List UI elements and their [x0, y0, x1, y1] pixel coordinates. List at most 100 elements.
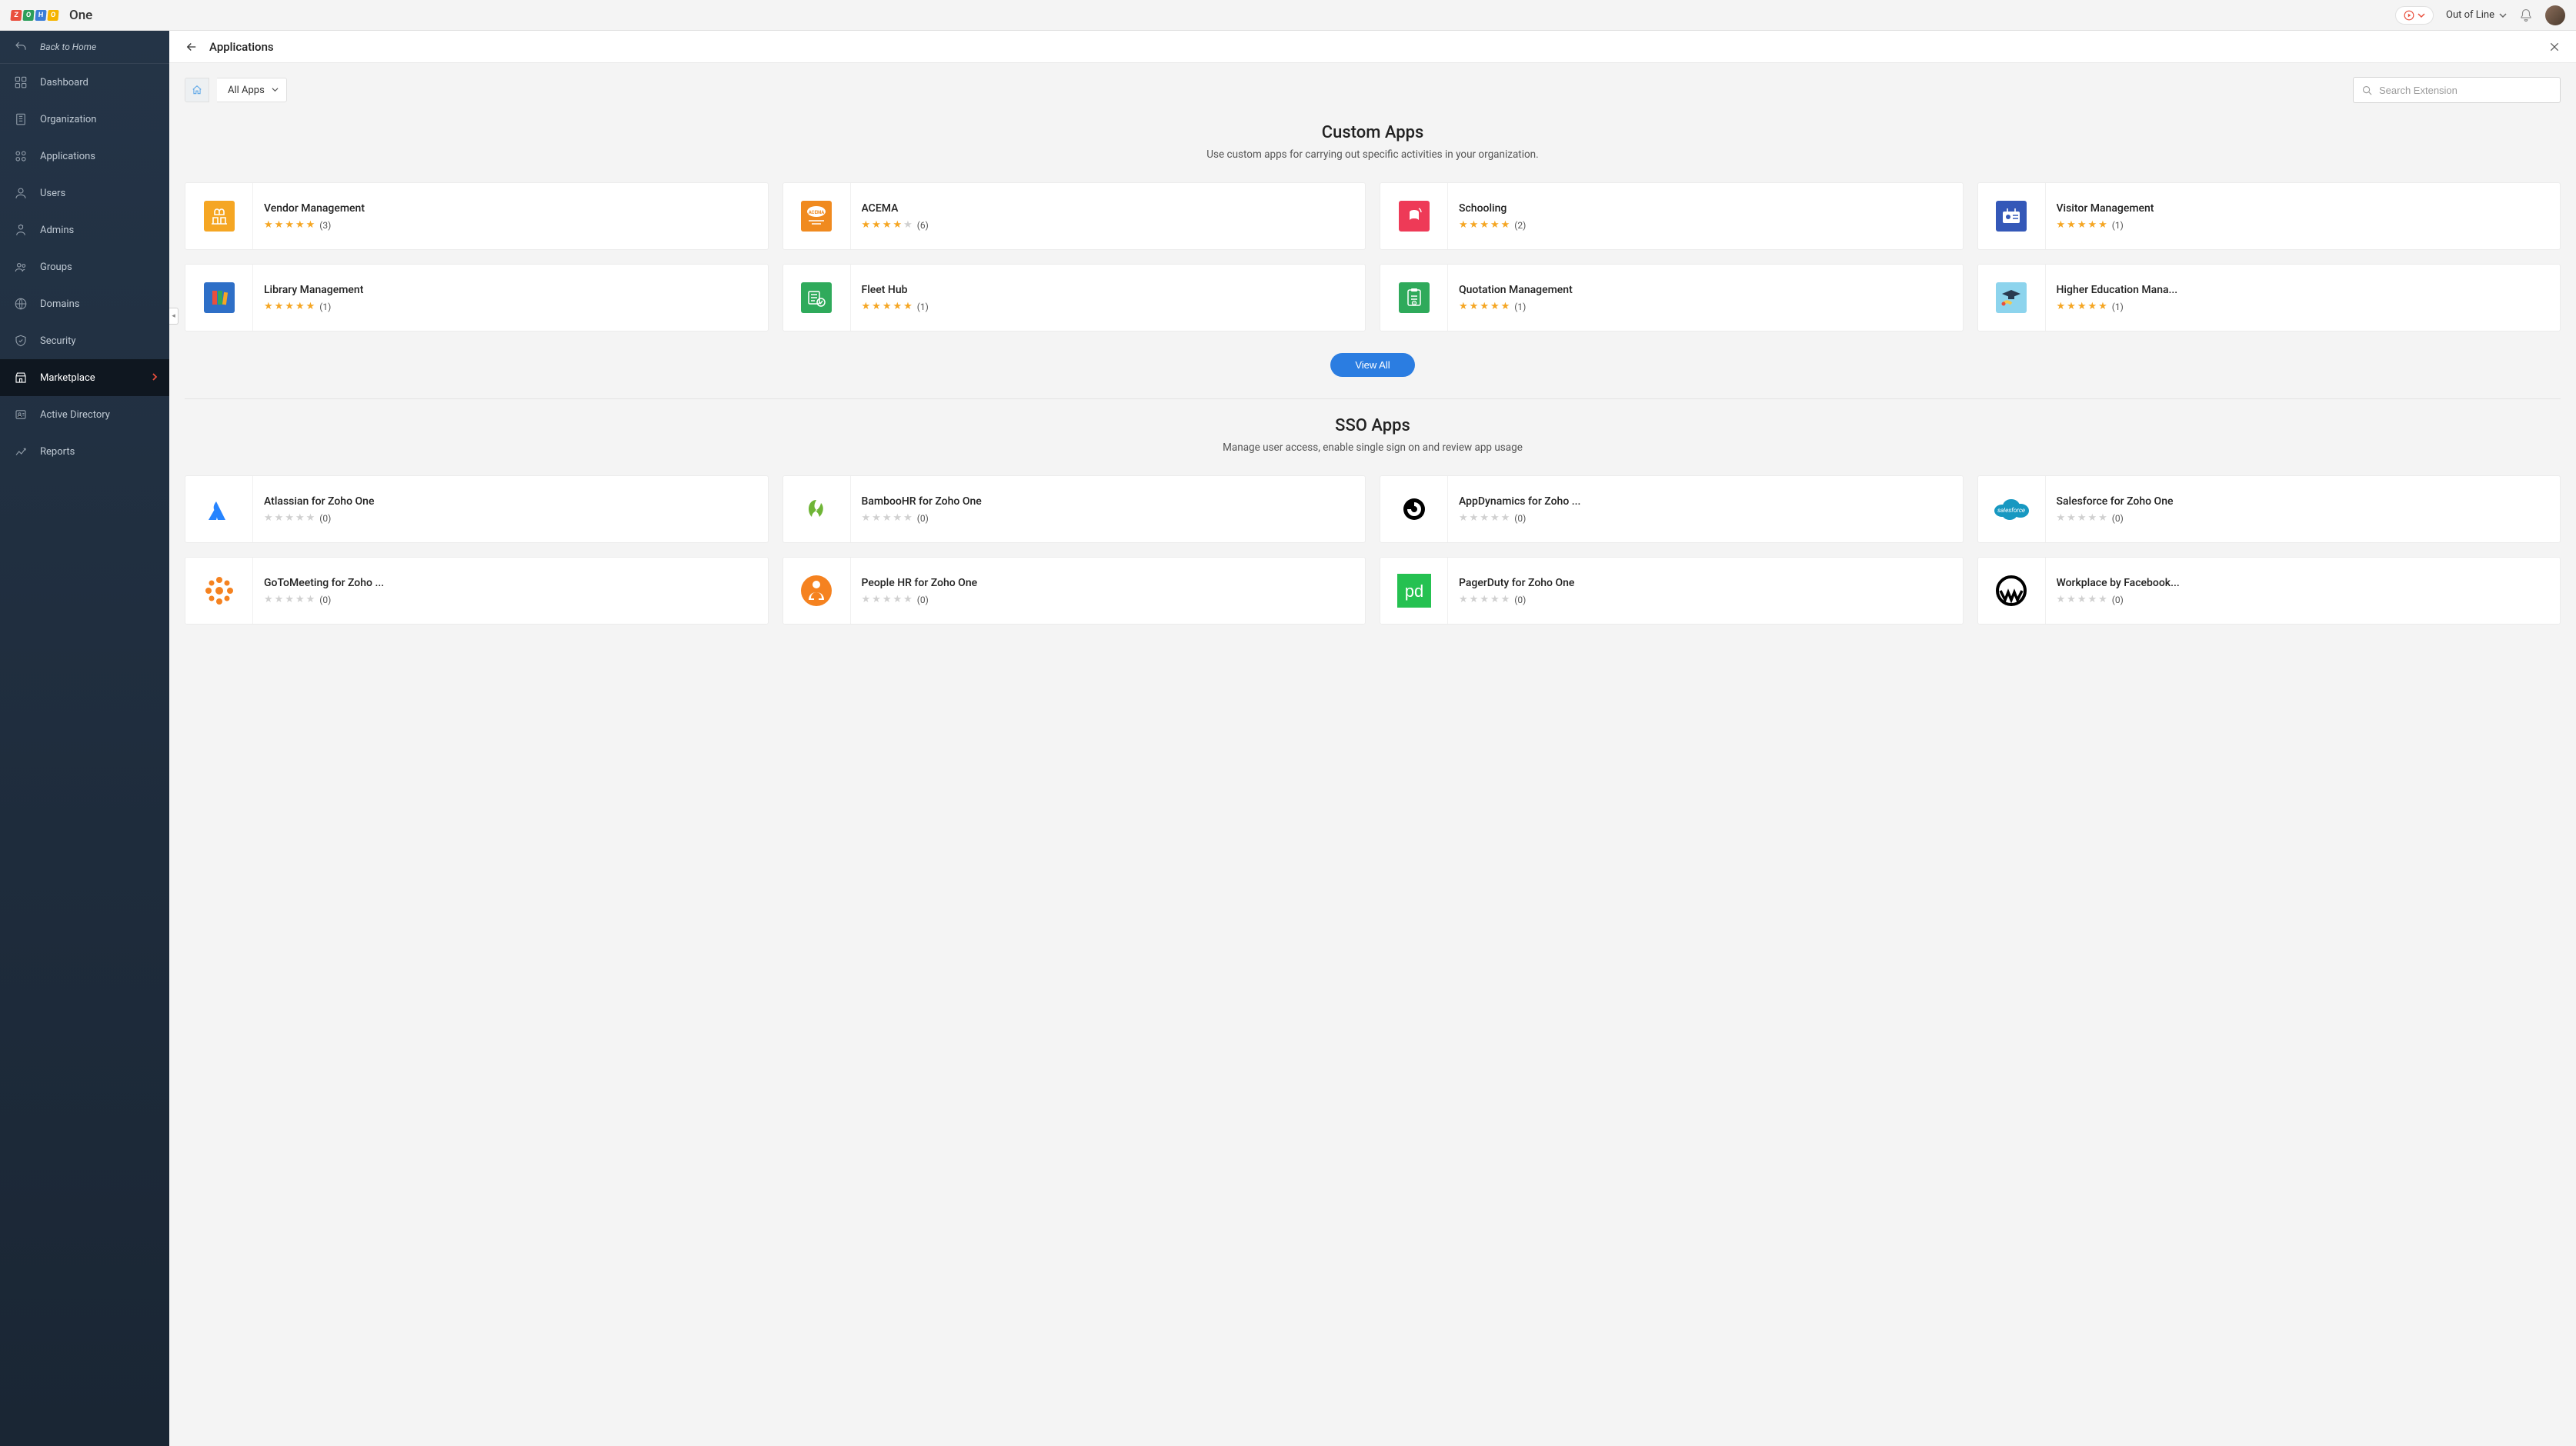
- rating-row: ★★★★★(3): [264, 220, 757, 231]
- sidebar-item-active-directory[interactable]: Active Directory: [0, 396, 169, 433]
- back-to-home[interactable]: Back to Home: [0, 31, 169, 64]
- app-card[interactable]: Fleet Hub★★★★★(1): [782, 264, 1366, 332]
- top-header: Z O H O One Out of Line: [0, 0, 2576, 31]
- app-icon-box: ACEMA: [783, 183, 851, 249]
- star-icon: ★: [2087, 513, 2097, 523]
- app-card-body: Salesforce for Zoho One★★★★★(0): [2046, 476, 2561, 542]
- app-name: Vendor Management: [264, 202, 757, 215]
- app-card-body: Library Management★★★★★(1): [253, 265, 768, 331]
- groups-icon: [14, 260, 28, 274]
- view-all-button[interactable]: View All: [1330, 353, 1414, 377]
- main: Applications All Apps: [169, 31, 2576, 1446]
- star-icon: ★: [1501, 513, 1510, 523]
- star-icon: ★: [1459, 220, 1468, 230]
- rating-count: (0): [2112, 595, 2124, 605]
- getting-started-pill[interactable]: [2395, 6, 2434, 25]
- rating-row: ★★★★★(0): [862, 513, 1355, 524]
- sidebar-item-organization[interactable]: Organization: [0, 101, 169, 138]
- rating-count: (1): [1514, 302, 1526, 312]
- sidebar-item-groups[interactable]: Groups: [0, 248, 169, 285]
- page-title: Applications: [209, 40, 274, 54]
- svg-text:pd: pd: [1404, 581, 1423, 601]
- star-icon: ★: [883, 220, 892, 230]
- search-input[interactable]: [2379, 85, 2552, 96]
- sidebar-collapse-handle[interactable]: ◂: [169, 308, 179, 325]
- app-card[interactable]: Atlassian for Zoho One ★★★★★(0): [185, 475, 769, 543]
- bell-icon[interactable]: [2519, 8, 2533, 22]
- star-icon: ★: [275, 302, 284, 312]
- app-card-body: Visitor Management★★★★★(1): [2046, 183, 2561, 249]
- sidebar-item-dashboard[interactable]: Dashboard: [0, 64, 169, 101]
- sidebar-item-applications[interactable]: Applications: [0, 138, 169, 175]
- workspace-switcher[interactable]: Out of Line: [2446, 9, 2507, 21]
- sidebar-item-users[interactable]: Users: [0, 175, 169, 212]
- app-card[interactable]: Vendor Management ★★★★★(3): [185, 182, 769, 250]
- star-rating: ★★★★★: [862, 302, 913, 312]
- avatar[interactable]: [2545, 5, 2565, 25]
- chevron-right-icon: [151, 372, 158, 384]
- app-card[interactable]: Workplace by Facebook...★★★★★(0): [1977, 557, 2561, 625]
- app-card[interactable]: $Quotation Management★★★★★(1): [1380, 264, 1964, 332]
- app-card[interactable]: Library Management★★★★★(1): [185, 264, 769, 332]
- star-icon: ★: [295, 302, 305, 312]
- rating-row: ★★★★★(0): [264, 513, 757, 524]
- app-icon-box: [1978, 183, 2046, 249]
- app-icon-box: [783, 265, 851, 331]
- app-card[interactable]: Schooling★★★★★(2): [1380, 182, 1964, 250]
- star-icon: ★: [2087, 302, 2097, 312]
- app-card-body: AppDynamics for Zoho ...★★★★★(0): [1448, 476, 1963, 542]
- search-box[interactable]: [2353, 77, 2561, 103]
- app-card[interactable]: AppDynamics for Zoho ...★★★★★(0): [1380, 475, 1964, 543]
- zoho-logo: Z O H O: [11, 10, 58, 21]
- app-name: Visitor Management: [2057, 202, 2550, 215]
- app-card[interactable]: People HR for Zoho One★★★★★(0): [782, 557, 1366, 625]
- sidebar-item-reports[interactable]: Reports: [0, 433, 169, 470]
- sidebar-item-admins[interactable]: Admins: [0, 212, 169, 248]
- star-icon: ★: [264, 595, 273, 605]
- star-icon: ★: [1490, 595, 1500, 605]
- app-card[interactable]: salesforceSalesforce for Zoho One★★★★★(0…: [1977, 475, 2561, 543]
- toolbar: All Apps: [169, 63, 2576, 117]
- user-icon: [14, 186, 28, 200]
- back-arrow-icon[interactable]: [185, 40, 199, 54]
- app-card[interactable]: ACEMAACEMA★★★★★(6): [782, 182, 1366, 250]
- star-icon: ★: [883, 302, 892, 312]
- star-rating: ★★★★★: [1459, 513, 1510, 523]
- rating-count: (0): [1514, 513, 1526, 524]
- sidebar-item-label: Reports: [40, 446, 75, 458]
- star-icon: ★: [2067, 595, 2076, 605]
- rating-row: ★★★★★(0): [2057, 513, 2550, 524]
- app-card[interactable]: BambooHR for Zoho One★★★★★(0): [782, 475, 1366, 543]
- star-icon: ★: [275, 513, 284, 523]
- app-card[interactable]: Visitor Management★★★★★(1): [1977, 182, 2561, 250]
- app-name: Atlassian for Zoho One: [264, 495, 757, 508]
- star-icon: ★: [2098, 595, 2107, 605]
- sidebar-item-marketplace[interactable]: Marketplace: [0, 359, 169, 396]
- star-icon: ★: [1459, 513, 1468, 523]
- star-icon: ★: [1480, 513, 1489, 523]
- app-card-body: BambooHR for Zoho One★★★★★(0): [851, 476, 1366, 542]
- section-divider: [185, 398, 2561, 399]
- sidebar-item-security[interactable]: Security: [0, 322, 169, 359]
- app-card[interactable]: GoToMeeting for Zoho ...★★★★★(0): [185, 557, 769, 625]
- header-right: Out of Line: [2395, 5, 2565, 25]
- app-card[interactable]: pdPagerDuty for Zoho One★★★★★(0): [1380, 557, 1964, 625]
- home-button[interactable]: [185, 78, 209, 102]
- rating-row: ★★★★★(1): [862, 302, 1355, 312]
- rating-row: ★★★★★(6): [862, 220, 1355, 231]
- directory-icon: [14, 408, 28, 421]
- app-card[interactable]: Higher Education Mana...★★★★★(1): [1977, 264, 2561, 332]
- app-name: People HR for Zoho One: [862, 577, 1355, 589]
- app-card-body: People HR for Zoho One★★★★★(0): [851, 558, 1366, 624]
- reports-icon: [14, 445, 28, 458]
- star-icon: ★: [306, 302, 315, 312]
- rating-row: ★★★★★(1): [1459, 302, 1952, 312]
- close-icon[interactable]: [2548, 41, 2561, 53]
- star-rating: ★★★★★: [862, 513, 913, 523]
- app-name: GoToMeeting for Zoho ...: [264, 577, 757, 589]
- caret-down-icon: [272, 85, 279, 96]
- sidebar-item-domains[interactable]: Domains: [0, 285, 169, 322]
- apps-filter-dropdown[interactable]: All Apps: [217, 78, 287, 102]
- star-icon: ★: [295, 220, 305, 230]
- brand-name: One: [69, 8, 92, 23]
